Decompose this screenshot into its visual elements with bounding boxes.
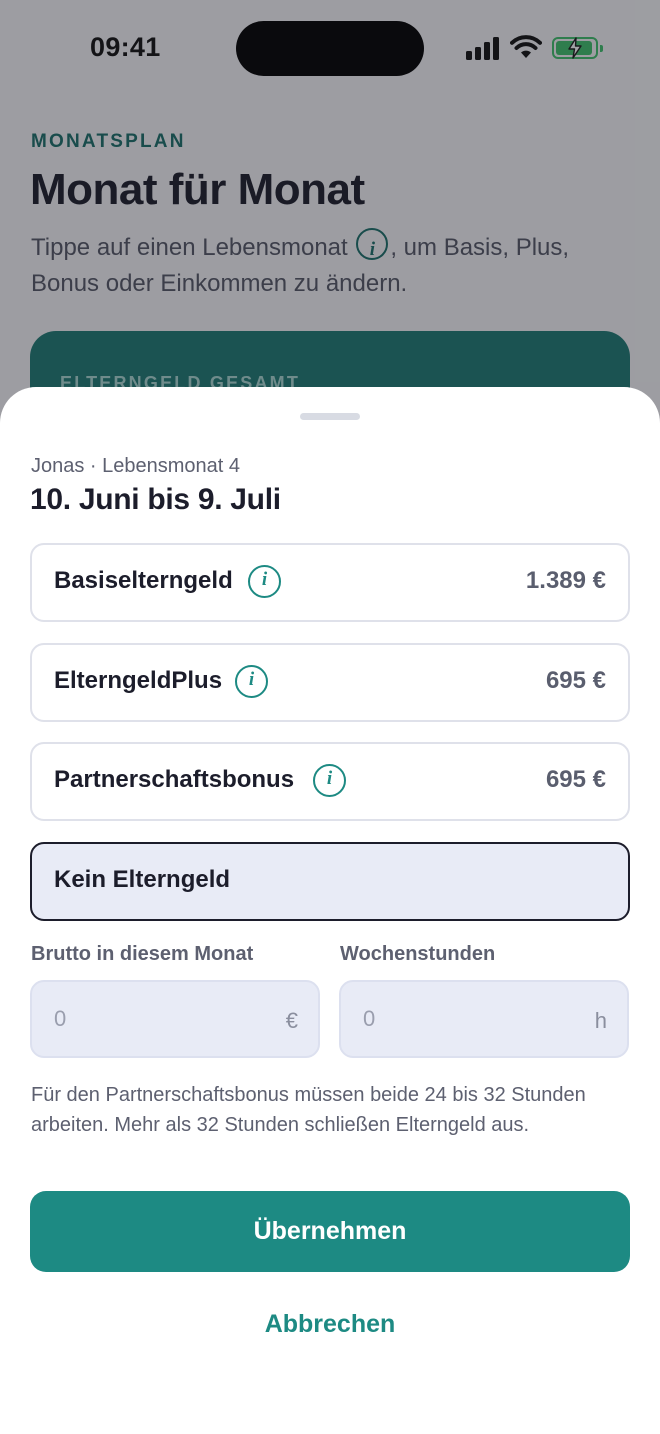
bottom-sheet: Jonas · Lebensmonat 4 10. Juni bis 9. Ju…: [0, 387, 660, 1434]
option-amount: 1.389 €: [525, 567, 606, 594]
sheet-title: 10. Juni bis 9. Juli: [30, 483, 281, 516]
hours-label: Wochenstunden: [340, 943, 496, 965]
option-label: Basiselterngeld: [54, 567, 233, 594]
sheet-kicker: Jonas · Lebensmonat 4: [31, 455, 241, 477]
info-icon[interactable]: [313, 764, 346, 797]
currency-unit: €: [285, 1008, 298, 1033]
cancel-button[interactable]: Abbrechen: [180, 1299, 480, 1349]
option-label: Kein Elterngeld: [54, 866, 231, 893]
option-amount: 695 €: [545, 667, 606, 694]
option-label: Partnerschaftsbonus: [54, 766, 295, 793]
sheet-grabber-handle[interactable]: [300, 413, 360, 420]
option-basiselterngeld[interactable]: Basiselterngeld 1.389 €: [30, 543, 630, 622]
option-elterngeldplus[interactable]: ElterngeldPlus 695 €: [30, 643, 630, 722]
income-field-wrapper: €: [30, 980, 320, 1058]
hours-input[interactable]: [341, 982, 627, 1056]
option-partnerschaftsbonus[interactable]: Partnerschaftsbonus 695 €: [30, 742, 630, 821]
screen: 09:41 MONATSPLAN Monat für Monat Tippe a…: [0, 0, 660, 1434]
option-kein-elterngeld[interactable]: Kein Elterngeld: [30, 842, 630, 921]
info-icon[interactable]: [248, 565, 281, 598]
hint-text: Für den Partnerschaftsbonus müssen beide…: [31, 1084, 586, 1136]
hours-unit: h: [594, 1008, 607, 1033]
info-icon[interactable]: [235, 665, 268, 698]
income-label: Brutto in diesem Monat: [31, 943, 254, 965]
income-input[interactable]: [32, 982, 318, 1056]
apply-button[interactable]: Übernehmen: [30, 1191, 630, 1272]
option-label: ElterngeldPlus: [54, 667, 223, 694]
option-amount: 695 €: [545, 766, 606, 793]
hours-field-wrapper: h: [339, 980, 629, 1058]
